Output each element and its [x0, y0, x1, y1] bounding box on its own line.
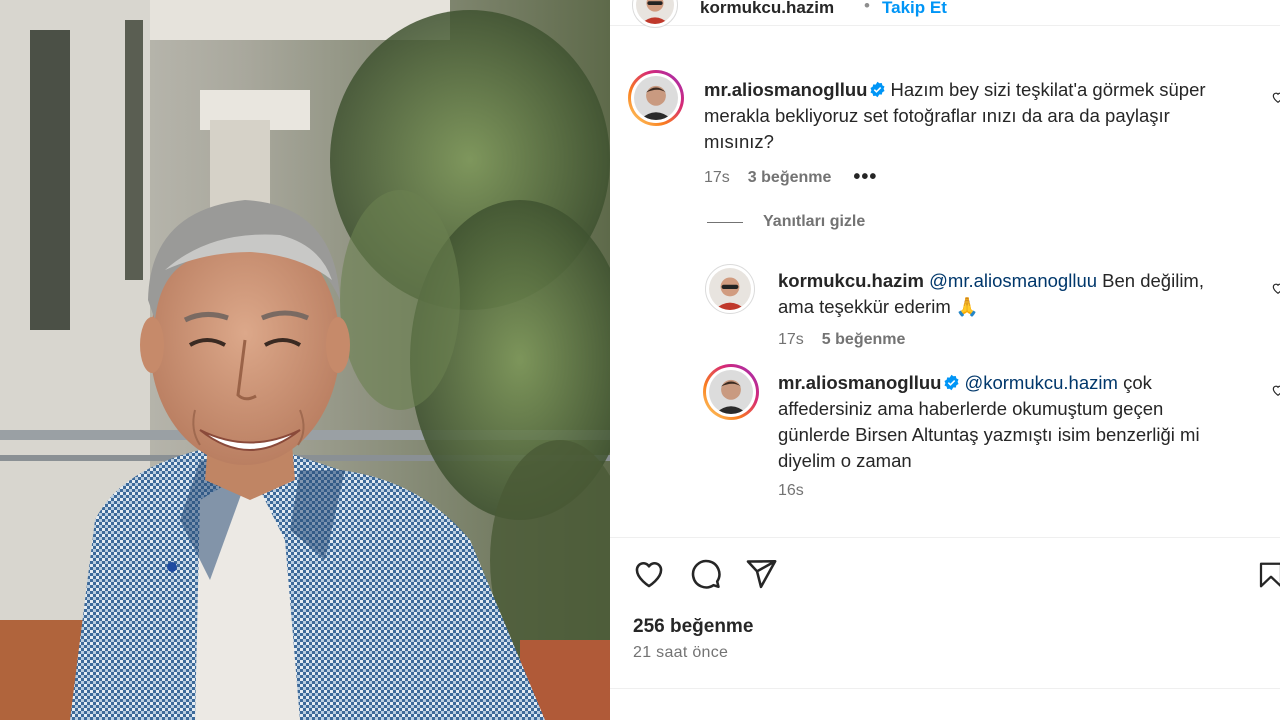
comment-icon[interactable] [688, 557, 722, 591]
header-separator: • [864, 0, 870, 15]
comment-username[interactable]: mr.aliosmanoglluu [704, 79, 867, 100]
comment-text-line: mısınız? [704, 131, 774, 152]
reply-text: Ben değilim, [1102, 270, 1204, 291]
reply-text: günlerde Birsen Altuntaş yazmıştı isim b… [778, 424, 1200, 445]
reply-username[interactable]: kormukcu.hazim [778, 270, 924, 291]
send-icon[interactable] [744, 557, 778, 591]
heart-icon[interactable] [632, 557, 666, 591]
post-header: kormukcu.hazim • Takip Et [610, 0, 1280, 28]
reply-mention[interactable]: @mr.aliosmanoglluu [929, 270, 1097, 291]
reply-text: çok [1123, 372, 1152, 393]
post-actions [632, 557, 778, 591]
reply-time[interactable]: 17s [778, 331, 804, 349]
post-time: 21 saat önce [633, 644, 729, 661]
reply: mr.aliosmanoglluu @kormukcu.hazim çok aff… [778, 370, 1268, 474]
bookmark-icon[interactable] [1256, 558, 1280, 592]
author-username[interactable]: kormukcu.hazim [700, 0, 834, 18]
reply: kormukcu.hazim @mr.aliosmanoglluu Ben de… [778, 268, 1258, 320]
follow-button[interactable]: Takip Et [882, 0, 947, 18]
post-image[interactable] [0, 0, 610, 720]
comment-likes[interactable]: 3 beğenme [748, 169, 832, 187]
footer-divider [610, 688, 1280, 689]
comment-text-line: Hazım bey sizi teşkilat'a görmek süper [890, 79, 1206, 100]
more-options-icon[interactable]: ••• [853, 166, 877, 189]
reply-avatar[interactable] [705, 264, 755, 314]
reply-meta: 17s 5 beğenme [778, 331, 905, 349]
reply-like-heart-icon[interactable] [1271, 281, 1280, 295]
reply-avatar[interactable] [703, 364, 759, 420]
comment-time[interactable]: 17s [704, 169, 730, 187]
comment-body: mr.aliosmanoglluu Hazım bey sizi teşkilat… [704, 77, 1264, 155]
hide-replies-label: Yanıtları gizle [763, 213, 866, 230]
post-likes-count[interactable]: 256 beğenme [633, 616, 753, 638]
avatar-image-icon [709, 268, 751, 310]
avatar-image-icon [634, 76, 678, 120]
reply-mention[interactable]: @kormukcu.hazim [964, 372, 1117, 393]
hide-replies-toggle[interactable]: Yanıtları gizle [707, 213, 865, 231]
verified-badge-icon [944, 374, 959, 391]
reply-text: diyelim o zaman [778, 450, 912, 471]
reply-like-heart-icon[interactable] [1271, 383, 1280, 397]
avatar-image-icon [636, 0, 674, 24]
reply-text: ama teşekkür ederim 🙏 [778, 296, 979, 317]
comment-meta: 17s 3 beğenme ••• [704, 166, 877, 189]
commenter-avatar[interactable] [628, 70, 684, 126]
replies-line-divider [707, 221, 743, 223]
comment-like-heart-icon[interactable] [1271, 90, 1280, 104]
reply-time[interactable]: 16s [778, 482, 804, 500]
comment-text-line: merakla bekliyoruz set fotoğraflar ınızı… [704, 105, 1170, 126]
author-avatar[interactable] [632, 0, 678, 28]
reply-likes[interactable]: 5 beğenme [822, 331, 906, 349]
reply-meta: 16s [778, 482, 804, 500]
comments-panel: kormukcu.hazim • Takip Et mr.aliosmanogl… [610, 0, 1280, 720]
reply-text: affedersiniz ama haberlerde okumuştum ge… [778, 398, 1164, 419]
verified-badge-icon [870, 81, 885, 98]
actions-divider [610, 537, 1280, 538]
reply-username[interactable]: mr.aliosmanoglluu [778, 372, 941, 393]
avatar-image-icon [709, 370, 753, 414]
